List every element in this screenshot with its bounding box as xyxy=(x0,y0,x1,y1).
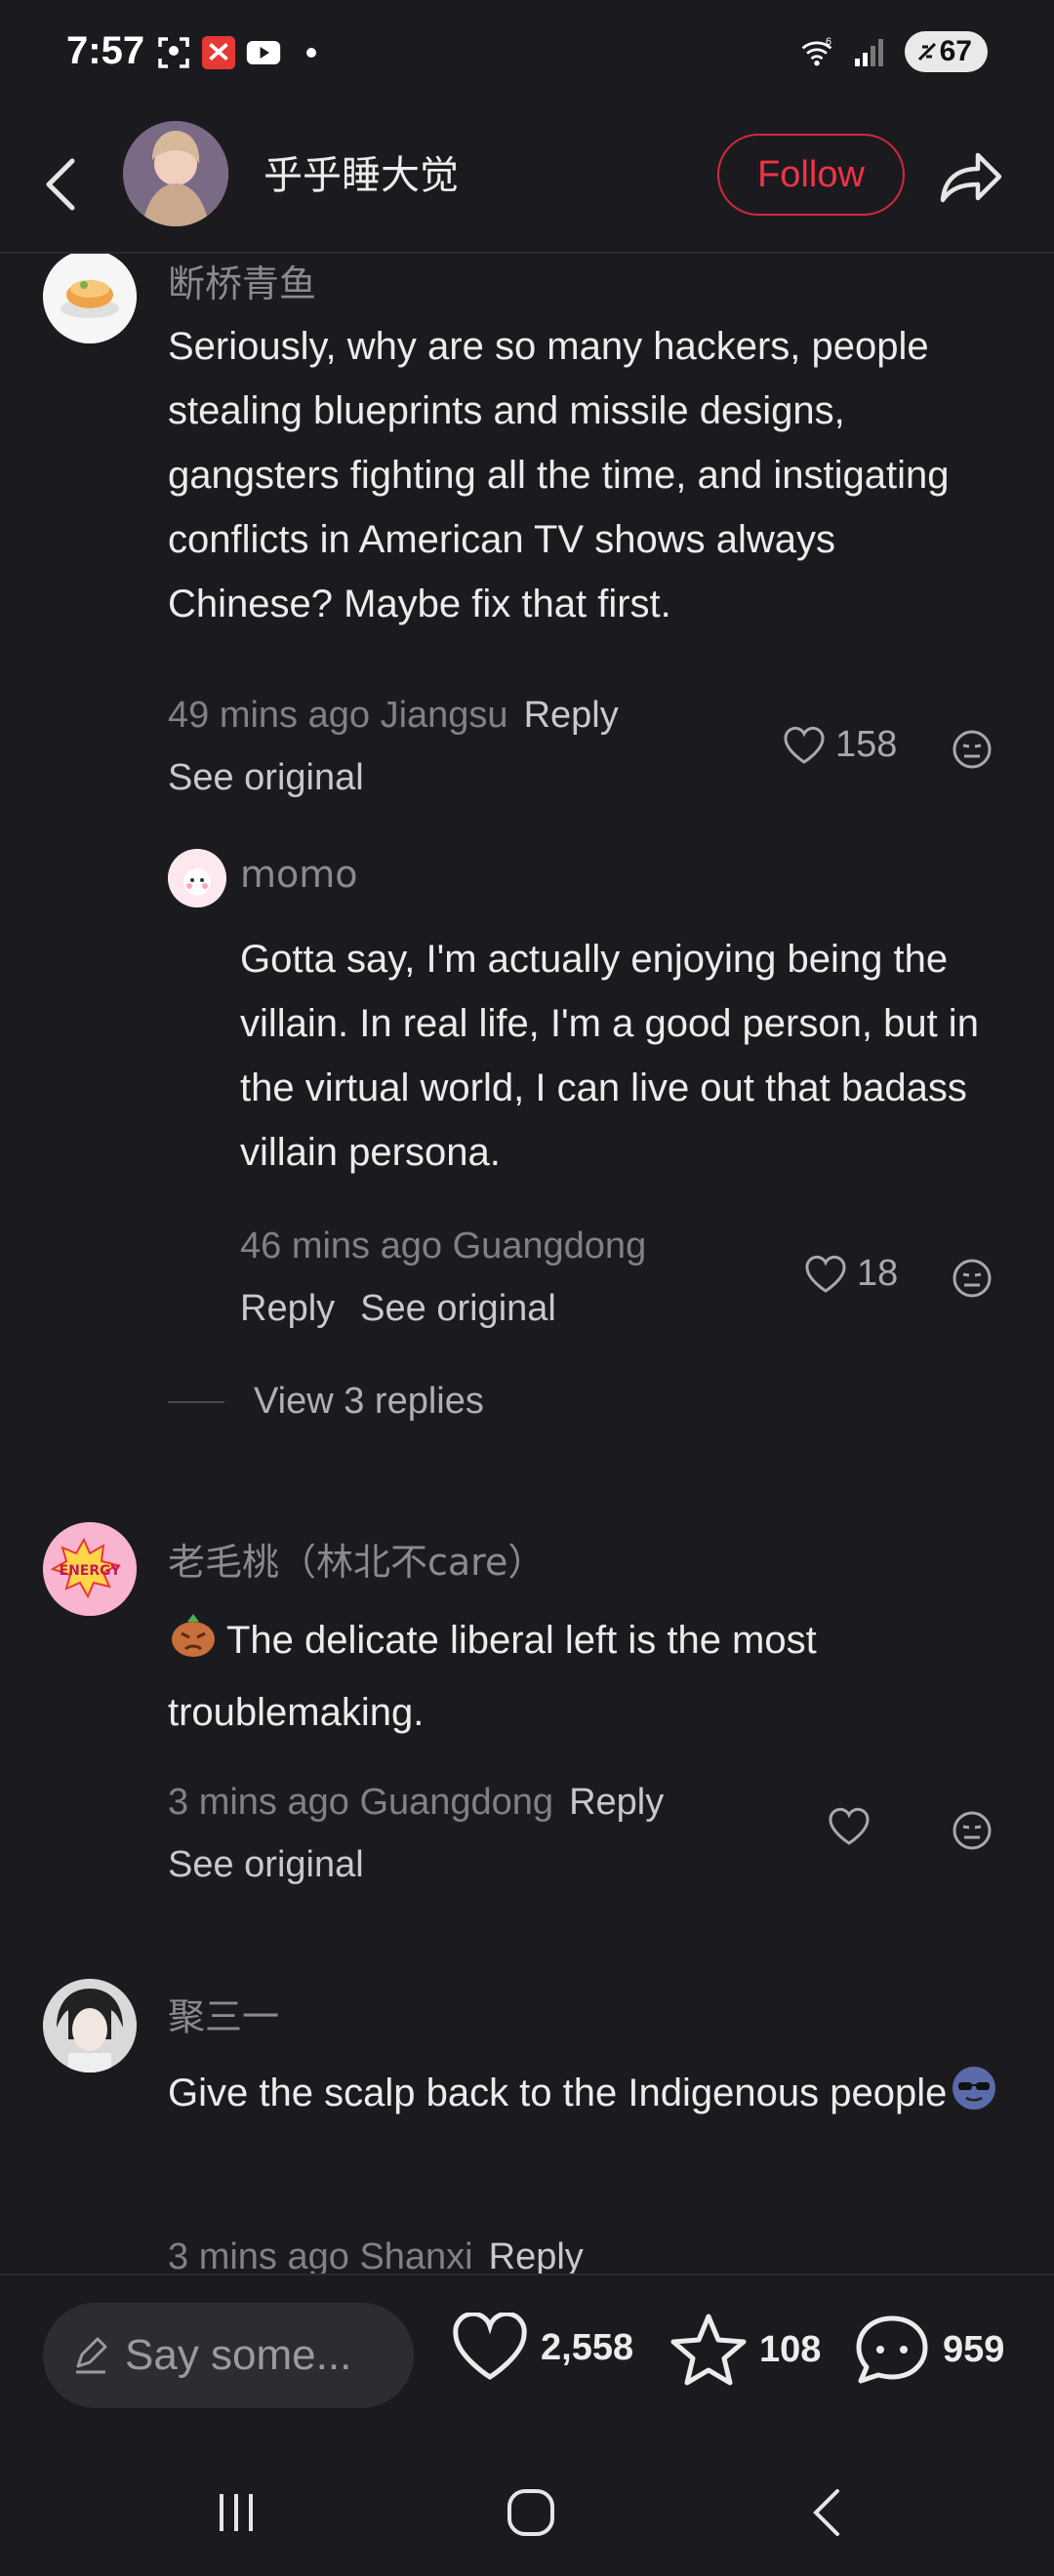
app-notification-icon xyxy=(201,35,236,70)
sunglasses-emoji-icon xyxy=(949,2063,999,2133)
comment-time-location: 3 mins ago Shanxi xyxy=(168,2236,473,2274)
recent-apps-button[interactable] xyxy=(197,2478,275,2547)
channel-avatar[interactable] xyxy=(123,121,228,226)
comment-time-location: 3 mins ago Guangdong xyxy=(168,1782,554,1823)
like-post-button[interactable]: 2,558 xyxy=(451,2313,633,2383)
wifi-icon: 6 xyxy=(799,34,834,69)
comment-input-placeholder: Say some... xyxy=(125,2331,352,2379)
comment-meta: 3 mins ago Guangdong Reply xyxy=(168,1782,664,1824)
comment-username[interactable]: 聚三一 xyxy=(168,1987,279,2040)
notification-icons xyxy=(156,35,316,70)
divider xyxy=(168,1400,224,1403)
reply-button[interactable]: Reply xyxy=(524,695,619,736)
bottom-action-bar: Say some... 2,558 108 959 xyxy=(0,2274,1054,2439)
share-button[interactable] xyxy=(932,138,1010,216)
home-button[interactable] xyxy=(492,2478,570,2547)
view-replies-label: View 3 replies xyxy=(254,1381,484,1422)
comment-time-location: 49 mins ago Jiangsu xyxy=(168,695,508,736)
reply-button[interactable]: Reply xyxy=(240,1288,335,1329)
comment-text-body: The delicate liberal left is the most tr… xyxy=(168,1619,817,1734)
comments-list[interactable]: 断桥青鱼 Seriously, why are so many hackers,… xyxy=(0,254,1054,2274)
svg-text:6: 6 xyxy=(826,36,831,48)
comment-text: Give the scalp back to the Indigenous pe… xyxy=(168,2061,1007,2133)
battery-level: 67 xyxy=(939,35,972,67)
status-time: 7:57 xyxy=(66,29,145,72)
follow-button[interactable]: Follow xyxy=(717,134,905,216)
see-original-link[interactable]: See original xyxy=(168,1844,364,1886)
heart-icon xyxy=(829,1807,870,1845)
comment-username[interactable]: 断桥青鱼 xyxy=(168,254,316,307)
heart-icon xyxy=(453,2313,527,2380)
reply-actions: Reply See original xyxy=(240,1288,556,1330)
dislike-button[interactable] xyxy=(951,1257,993,1300)
share-arrow-icon xyxy=(940,152,1002,203)
avatar[interactable] xyxy=(43,1979,137,2073)
like-count: 18 xyxy=(857,1253,899,1294)
see-original-link[interactable]: See original xyxy=(360,1288,556,1329)
angry-emoji-icon xyxy=(168,1610,219,1680)
favorites-count: 108 xyxy=(759,2328,822,2370)
scan-icon xyxy=(156,35,191,70)
charging-icon xyxy=(917,42,936,61)
svg-text:ENERGY: ENERGY xyxy=(60,1563,122,1579)
comment-text-body: Give the scalp back to the Indigenous pe… xyxy=(168,2072,948,2114)
comment-text: The delicate liberal left is the most tr… xyxy=(168,1608,1007,1745)
comment-meta: 3 mins ago Shanxi Reply xyxy=(168,2236,584,2274)
avatar[interactable] xyxy=(168,849,226,907)
comment-text: Seriously, why are so many hackers, peop… xyxy=(168,325,950,625)
reply-username[interactable]: momo xyxy=(240,853,358,896)
more-notifications-dot xyxy=(306,48,316,58)
reply-text: Gotta say, I'm actually enjoying being t… xyxy=(240,938,979,1174)
favorite-button[interactable]: 108 xyxy=(669,2313,821,2387)
youtube-icon xyxy=(246,35,281,70)
like-count: 158 xyxy=(835,724,898,765)
comments-count: 959 xyxy=(943,2328,1005,2370)
comment-input[interactable]: Say some... xyxy=(43,2303,414,2408)
reply-button[interactable]: Reply xyxy=(489,2236,584,2274)
status-bar: 7:57 6 67 xyxy=(0,0,1054,112)
star-icon xyxy=(670,2314,747,2386)
system-navigation-bar xyxy=(0,2439,1054,2576)
heart-icon xyxy=(784,726,825,764)
dislike-button[interactable] xyxy=(951,1809,993,1852)
chevron-left-icon xyxy=(46,158,75,211)
see-original-link[interactable]: See original xyxy=(168,757,364,799)
heart-icon xyxy=(805,1255,846,1293)
signal-icon xyxy=(852,34,887,69)
like-button[interactable]: 158 xyxy=(783,724,897,766)
recent-apps-icon xyxy=(220,2494,253,2531)
nav-back-button[interactable] xyxy=(787,2478,865,2547)
like-button[interactable]: 18 xyxy=(804,1253,898,1295)
comment-username[interactable]: 老毛桃（林北不care） xyxy=(168,1532,545,1586)
home-icon xyxy=(507,2489,554,2536)
meh-face-icon xyxy=(953,1259,992,1298)
channel-name[interactable]: 乎乎睡大觉 xyxy=(264,143,459,200)
meh-face-icon xyxy=(953,1811,992,1850)
comment-meta: 49 mins ago Jiangsu Reply xyxy=(168,695,619,737)
back-button[interactable] xyxy=(33,145,88,223)
reply-button[interactable]: Reply xyxy=(569,1782,664,1823)
comments-button[interactable]: 959 xyxy=(853,2313,1004,2387)
view-replies-button[interactable]: View 3 replies xyxy=(168,1381,484,1423)
likes-count: 2,558 xyxy=(541,2326,634,2368)
avatar[interactable]: ENERGY xyxy=(43,1522,137,1616)
system-icons: 6 67 xyxy=(799,31,988,72)
back-chevron-icon xyxy=(813,2489,839,2536)
meh-face-icon xyxy=(953,730,992,769)
avatar[interactable] xyxy=(43,254,137,343)
dislike-button[interactable] xyxy=(951,728,993,771)
channel-header: 乎乎睡大觉 Follow xyxy=(0,112,1054,254)
reply-time-location: 46 mins ago Guangdong xyxy=(240,1226,647,1267)
comment-bubble-icon xyxy=(856,2315,928,2384)
battery-indicator: 67 xyxy=(904,31,988,72)
like-button[interactable] xyxy=(828,1807,871,1846)
pencil-icon xyxy=(76,2337,107,2374)
